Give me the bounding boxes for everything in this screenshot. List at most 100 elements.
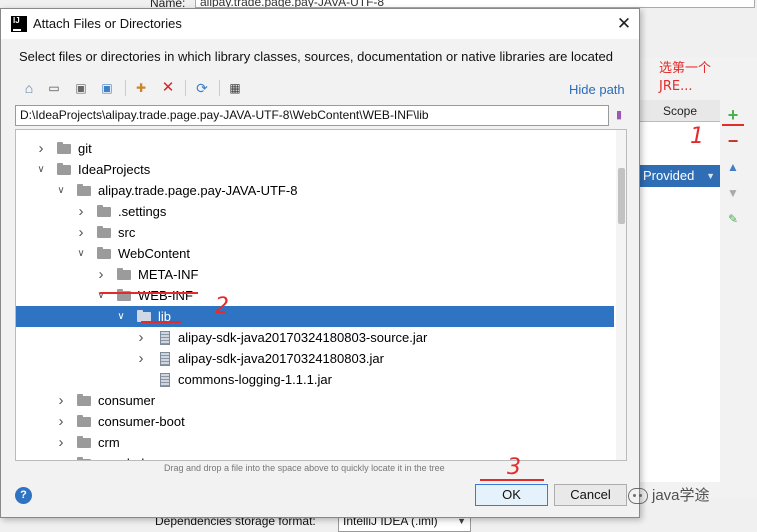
annotation-underline-add [722,124,744,126]
arrow-down-icon[interactable]: ▼ [722,183,744,203]
tree-row-label: IdeaProjects [78,162,151,177]
file-toolbar: ⌂ ▭ ▣ ▣ ✚ ✕ ⟳ ▦ [15,78,245,100]
tree-row[interactable]: › src [16,222,614,243]
chevron-right-icon[interactable]: › [76,201,86,222]
project-icon[interactable]: ▣ [71,78,91,98]
tree-row-label: .settings [118,204,167,219]
tree-row[interactable]: › alipay-sdk-java20170324180803.jar [16,348,614,369]
scope-provided-cell[interactable]: Provided ▼ [640,165,720,187]
toolbar-separator [219,80,220,96]
watermark-text: java学途 [652,487,710,504]
help-button[interactable]: ? [15,487,32,504]
tree-row-label: WEB-INF [138,288,193,303]
folder-icon [77,394,91,406]
tree-row-label: alipay.trade.page.pay-JAVA-UTF-8 [98,183,298,198]
tree-row[interactable]: ∨ WEB-INF [16,285,614,306]
tree-row[interactable]: › META-INF [16,264,614,285]
tree-row[interactable]: › consumer [16,390,614,411]
chevron-right-icon[interactable]: › [56,390,66,411]
tree-row-label: commons-logging-1.1.1.jar [178,372,332,387]
name-field[interactable]: alipay.trade.page.pay-JAVA-UTF-8 [195,0,755,8]
chevron-right-icon[interactable]: › [96,264,106,285]
chevron-right-icon[interactable]: › [56,453,66,460]
chevron-down-icon[interactable]: ∨ [56,180,66,201]
tree-row[interactable]: commons-logging-1.1.1.jar [16,369,614,390]
folder-icon [57,163,71,175]
tree-scrollbar[interactable] [616,130,626,460]
file-tree[interactable]: › git ∨ IdeaProjects ∨ alipay.trade.page.pay-… [15,129,627,461]
chevron-down-icon[interactable]: ∨ [96,285,106,306]
tree-row-label: crm [98,435,120,450]
annotation-underline-webinf [100,292,198,294]
logo-letters: IJ [13,16,20,25]
jar-file-icon [160,373,170,387]
chevron-right-icon[interactable]: › [56,432,66,453]
chevron-down-icon[interactable]: ∨ [116,306,126,327]
tree-scroll-thumb[interactable] [618,168,625,224]
folder-icon [57,142,71,154]
chevron-right-icon[interactable]: › [56,411,66,432]
delete-icon[interactable]: ✕ [158,78,178,98]
tree-row-label: crm_bak [98,453,148,460]
path-input[interactable]: D:\IdeaProjects\alipay.trade.page.pay-JA… [15,105,609,126]
minus-icon[interactable]: − [722,131,744,151]
tree-row[interactable]: ∨ lib [16,306,614,327]
annotation-choose-first-jre: 选第一个 JRE... [659,61,712,94]
arrow-up-icon[interactable]: ▲ [722,157,744,177]
tree-row-label: META-INF [138,267,199,282]
chevron-down-icon[interactable]: ∨ [36,159,46,180]
annotation-underline-ok [480,479,544,481]
jar-file-icon [160,352,170,366]
scope-column-header[interactable]: Scope [640,100,720,122]
tree-row[interactable]: › crm_bak [16,453,614,460]
chevron-right-icon[interactable]: › [36,138,46,159]
intellij-logo-icon: IJ [11,16,27,32]
cancel-button[interactable]: Cancel [554,484,627,506]
tree-row[interactable]: › git [16,138,614,159]
folder-icon [77,184,91,196]
dialog-description: Select files or directories in which lib… [19,49,613,64]
hide-path-link[interactable]: Hide path [569,82,625,97]
toolbar-separator [185,80,186,96]
tree-row[interactable]: ∨ WebContent [16,243,614,264]
tree-row-label: consumer [98,393,156,408]
annotation-step-3: 3 [507,455,521,480]
path-history-icon[interactable]: ▮ [612,107,626,124]
plus-icon[interactable]: + [722,105,744,125]
chevron-right-icon[interactable]: › [76,222,86,243]
scope-provided-label: Provided [643,168,695,183]
folder-icon [77,436,91,448]
tree-row[interactable]: ∨ IdeaProjects [16,159,614,180]
dialog-titlebar[interactable]: IJ Attach Files or Directories ✕ [1,9,639,39]
refresh-icon[interactable]: ⟳ [192,78,212,98]
wechat-icon [628,488,648,505]
tree-row[interactable]: › crm [16,432,614,453]
tree-row-label: src [118,225,136,240]
chevron-right-icon[interactable]: › [136,327,146,348]
home-icon[interactable]: ⌂ [19,78,39,98]
dialog-title: Attach Files or Directories [33,16,182,31]
chevron-down-icon[interactable]: ∨ [76,243,86,264]
tree-row-label: alipay-sdk-java20170324180803.jar [178,351,384,366]
toolbar-separator [125,80,126,96]
annotation-underline-lib [141,321,181,323]
folder-icon [97,226,111,238]
watermark: java学途 [628,484,710,505]
tree-row-label: lib [158,309,172,324]
close-icon[interactable]: ✕ [611,11,637,37]
tree-row[interactable]: › alipay-sdk-java20170324180803-source.ja… [16,327,614,348]
desktop-icon[interactable]: ▭ [44,78,64,98]
tree-row-label: alipay-sdk-java20170324180803-source.jar [178,330,428,345]
tree-row[interactable]: ∨ alipay.trade.page.pay-JAVA-UTF-8 [16,180,614,201]
pencil-icon[interactable]: ✎ [722,209,744,229]
tree-row-label: WebContent [118,246,191,261]
annotation-step-2: 2 [215,294,229,319]
ok-button[interactable]: OK [475,484,548,506]
module-icon[interactable]: ▣ [97,78,117,98]
tree-row[interactable]: › .settings [16,201,614,222]
new-folder-icon[interactable]: ✚ [131,78,151,98]
show-hidden-icon[interactable]: ▦ [225,78,245,98]
tree-row[interactable]: › consumer-boot [16,411,614,432]
folder-icon [77,415,91,427]
chevron-right-icon[interactable]: › [136,348,146,369]
